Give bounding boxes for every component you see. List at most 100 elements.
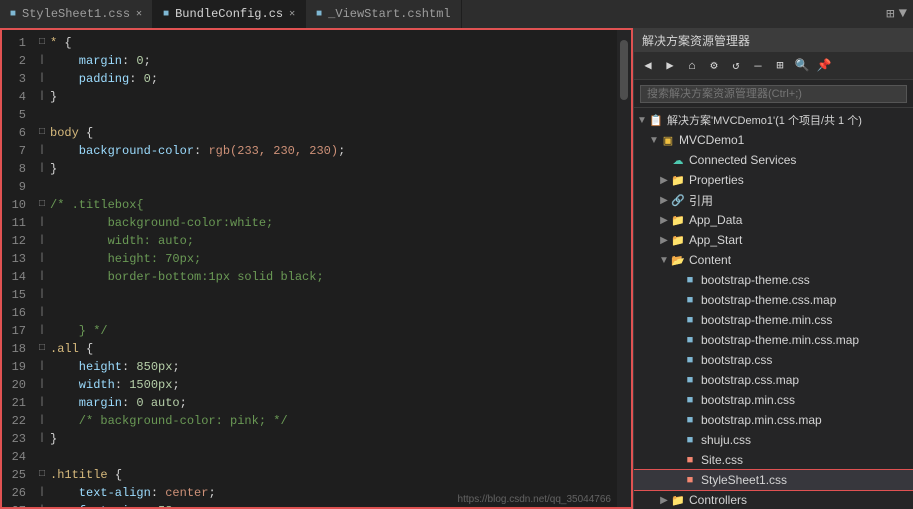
tree-item[interactable]: ■bootstrap-theme.min.css.map [634, 330, 913, 350]
tree-file-icon: ■ [682, 312, 698, 328]
tree-file-icon: ■ [682, 452, 698, 468]
tree-item[interactable]: ■bootstrap.min.css.map [634, 410, 913, 430]
solution-icon: 📋 [648, 112, 664, 128]
tree-item-label: Connected Services [689, 153, 796, 167]
tree-item-label: App_Data [689, 213, 742, 227]
tree-expand-icon: ▶ [658, 195, 670, 206]
toolbar-settings[interactable]: ⚙ [704, 56, 724, 76]
tree-item[interactable]: ■bootstrap.css.map [634, 370, 913, 390]
code-line: |} [34, 160, 617, 178]
scrollbar[interactable] [617, 30, 631, 507]
code-line: | height: 850px; [34, 358, 617, 376]
line-numbers: 1234567891011121314151617181920212223242… [2, 30, 34, 507]
editor-content[interactable]: □* {| margin: 0;| padding: 0;|} □body {|… [34, 30, 617, 507]
tree-item[interactable]: ■bootstrap-theme.min.css [634, 310, 913, 330]
tree-item[interactable]: ▶🔗引用 [634, 190, 913, 210]
code-line: |} [34, 430, 617, 448]
tree-item[interactable]: ■bootstrap-theme.css [634, 270, 913, 290]
code-line: □body { [34, 124, 617, 142]
tree-area: ▼ 📋 解决方案'MVCDemo1'(1 个项目/共 1 个) ▼ ▣ MVCD… [634, 108, 913, 509]
tree-item[interactable]: ▶📁App_Start [634, 230, 913, 250]
toolbar-collapse[interactable]: — [748, 56, 768, 76]
tree-item[interactable]: ■bootstrap.min.css [634, 390, 913, 410]
tree-item[interactable]: ■shuju.css [634, 430, 913, 450]
search-bar [634, 80, 913, 108]
code-line: □/* .titlebox{ [34, 196, 617, 214]
tree-item-label: bootstrap-theme.min.css [701, 313, 832, 327]
tree-item[interactable]: ▶📁Properties [634, 170, 913, 190]
code-line [34, 178, 617, 196]
tree-expand-icon: ▼ [658, 255, 670, 266]
tree-item-label: Site.css [701, 453, 743, 467]
toolbar-home[interactable]: ⌂ [682, 56, 702, 76]
tree-file-icon: 📁 [670, 212, 686, 228]
editor-section: 1234567891011121314151617181920212223242… [0, 28, 633, 509]
code-line: | [34, 304, 617, 322]
tab-label-stylesheet: StyleSheet1.css [22, 7, 130, 21]
tree-project[interactable]: ▼ ▣ MVCDemo1 [634, 130, 913, 150]
panel-toolbar: ◀ ▶ ⌂ ⚙ ↺ — ⊞ 🔍 📌 [634, 52, 913, 80]
panel-title: 解决方案资源管理器 [642, 32, 750, 49]
tree-file-icon: ■ [682, 332, 698, 348]
watermark: https://blog.csdn.net/qq_35044766 [458, 494, 611, 505]
code-line: | margin: 0 auto; [34, 394, 617, 412]
tree-item[interactable]: ■bootstrap.css [634, 350, 913, 370]
tab-bundleconfig[interactable]: ■ BundleConfig.cs ✕ [153, 0, 306, 28]
tree-file-icon: ■ [682, 372, 698, 388]
toolbar-forward[interactable]: ▶ [660, 56, 680, 76]
code-line: | [34, 286, 617, 304]
tree-file-icon: 📁 [670, 232, 686, 248]
code-line: | } */ [34, 322, 617, 340]
split-icon[interactable]: ⊞ [886, 6, 894, 23]
tree-item[interactable]: ■StyleSheet1.css [634, 470, 913, 490]
code-line: □.h1title { [34, 466, 617, 484]
tree-file-icon: 📂 [670, 252, 686, 268]
close-tab-stylesheet[interactable]: ✕ [136, 8, 142, 20]
code-line [34, 106, 617, 124]
tree-item[interactable]: ▼📂Content [634, 250, 913, 270]
tree-item[interactable]: ☁Connected Services [634, 150, 913, 170]
toolbar-pin[interactable]: 📌 [814, 56, 834, 76]
code-line: |} [34, 88, 617, 106]
tree-file-icon: ■ [682, 412, 698, 428]
tree-item[interactable]: ▶📁Controllers [634, 490, 913, 509]
dropdown-icon[interactable]: ▼ [899, 6, 907, 22]
cs-file-icon: ■ [163, 9, 169, 20]
code-line: | /* background-color: pink; */ [34, 412, 617, 430]
tree-item-label: App_Start [689, 233, 742, 247]
tree-solution[interactable]: ▼ 📋 解决方案'MVCDemo1'(1 个项目/共 1 个) [634, 110, 913, 130]
tree-file-icon: ■ [682, 352, 698, 368]
toolbar-filter[interactable]: 🔍 [792, 56, 812, 76]
project-icon: ▣ [660, 132, 676, 148]
tree-item-label: bootstrap-theme.css [701, 273, 810, 287]
tree-item[interactable]: ■bootstrap-theme.css.map [634, 290, 913, 310]
tree-item[interactable]: ■Site.css [634, 450, 913, 470]
code-line [34, 448, 617, 466]
tree-expand-icon: ▶ [658, 235, 670, 246]
tree-file-icon: ■ [682, 292, 698, 308]
tab-label-bundleconfig: BundleConfig.cs [175, 7, 283, 21]
tree-expand-icon: ▶ [658, 215, 670, 226]
panel-title-bar: 解决方案资源管理器 [634, 28, 913, 52]
tree-item-label: Content [689, 253, 731, 267]
tree-item-label: bootstrap.css [701, 353, 772, 367]
search-input[interactable] [640, 85, 907, 103]
toolbar-show-all[interactable]: ⊞ [770, 56, 790, 76]
tree-item-label: StyleSheet1.css [701, 473, 787, 487]
toolbar-back[interactable]: ◀ [638, 56, 658, 76]
code-line: | background-color: rgb(233, 230, 230); [34, 142, 617, 160]
tab-stylesheet[interactable]: ■ StyleSheet1.css ✕ [0, 0, 153, 28]
tree-items-container: ☁Connected Services▶📁Properties▶🔗引用▶📁App… [634, 150, 913, 509]
project-label: MVCDemo1 [679, 133, 744, 147]
tab-toolbar: ⊞ ▼ [880, 6, 913, 23]
css-file-icon: ■ [10, 9, 16, 20]
tab-bar: ■ StyleSheet1.css ✕ ■ BundleConfig.cs ✕ … [0, 0, 913, 28]
expand-solution: ▼ [636, 115, 648, 126]
code-line: | width: 1500px; [34, 376, 617, 394]
scrollbar-thumb[interactable] [620, 40, 628, 100]
toolbar-refresh[interactable]: ↺ [726, 56, 746, 76]
tab-viewstart[interactable]: ■ _ViewStart.cshtml [306, 0, 461, 28]
close-tab-bundleconfig[interactable]: ✕ [289, 8, 295, 20]
code-line: | padding: 0; [34, 70, 617, 88]
tree-item[interactable]: ▶📁App_Data [634, 210, 913, 230]
